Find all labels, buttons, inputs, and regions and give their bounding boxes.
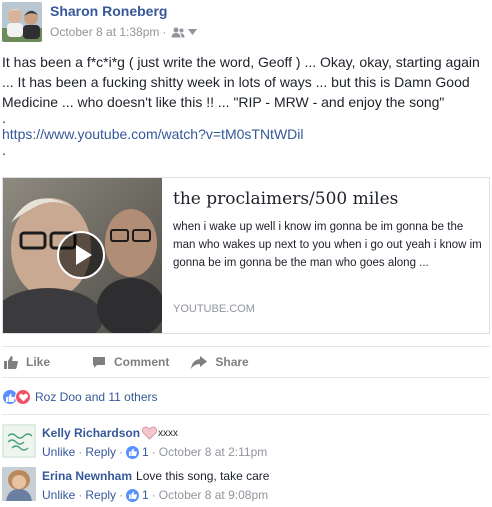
separator: · <box>119 488 124 502</box>
post-header: Sharon Roneberg October 8 at 1:38pm · <box>0 0 492 44</box>
unlike-link[interactable]: Unlike <box>42 445 75 459</box>
post-text-line: . <box>2 112 6 124</box>
play-icon[interactable] <box>57 231 105 279</box>
video-thumbnail[interactable] <box>3 178 162 333</box>
share-label: Share <box>215 355 249 369</box>
thumbs-up-icon <box>4 356 18 369</box>
comment-like-icon <box>126 488 140 502</box>
comment-icon <box>93 356 106 368</box>
link-card-description: when i wake up well i know im gonna be i… <box>173 221 482 269</box>
meta-separator: · <box>162 25 167 39</box>
separator: · <box>151 488 156 502</box>
link-card-source: YOUTUBE.COM <box>173 303 255 315</box>
share-icon <box>191 355 208 369</box>
comment-button[interactable]: Comment <box>92 355 169 369</box>
like-label: Like <box>26 355 51 369</box>
unlike-link[interactable]: Unlike <box>42 488 75 502</box>
love-reaction-icon <box>15 389 31 405</box>
separator: · <box>78 445 83 459</box>
comment-like-count[interactable]: 1 <box>142 488 149 502</box>
share-button[interactable]: Share <box>191 355 249 369</box>
reactions-summary[interactable]: Roz Doo and 11 others <box>2 386 158 408</box>
chevron-down-icon[interactable] <box>188 29 198 35</box>
comment-label: Comment <box>114 355 170 369</box>
reactions-text[interactable]: Roz Doo and 11 others <box>35 390 158 404</box>
post-action-bar: Like Comment Share <box>2 346 490 378</box>
post-text-line: ... It has been a fucking shitty week in… <box>2 74 470 90</box>
post-author[interactable]: Sharon Roneberg <box>50 3 167 19</box>
heart-emoji-icon <box>142 426 158 440</box>
commenter-avatar[interactable] <box>2 424 36 458</box>
link-card-body: the proclaimers/500 miles when i wake up… <box>173 188 485 272</box>
friends-icon <box>171 27 185 37</box>
post-text-line: It has been a f*c*i*g ( just write the w… <box>2 54 480 70</box>
comment-like-icon <box>126 445 140 459</box>
separator: · <box>151 445 156 459</box>
post-link[interactable]: https://www.youtube.com/watch?v=tM0sTNtW… <box>2 126 304 142</box>
comment-time[interactable]: October 8 at 9:08pm <box>159 488 268 502</box>
post-meta: October 8 at 1:38pm · <box>50 25 198 39</box>
comment-author[interactable]: Erina Newnham <box>42 469 132 483</box>
reply-link[interactable]: Reply <box>85 445 116 459</box>
author-avatar[interactable] <box>2 2 42 42</box>
reply-link[interactable]: Reply <box>85 488 116 502</box>
comment-time[interactable]: October 8 at 2:11pm <box>159 445 268 459</box>
comment-body: Erina Newnham Love this song, take care … <box>42 469 490 502</box>
comment-like-count[interactable]: 1 <box>142 445 149 459</box>
post-message: It has been a f*c*i*g ( just write the w… <box>2 52 490 156</box>
comment-author[interactable]: Kelly Richardson <box>42 426 140 440</box>
separator: · <box>119 445 124 459</box>
comment-text: Love this song, take care <box>136 469 270 483</box>
post-text-line: Medicine ... who doesn't like this !! ..… <box>2 94 445 110</box>
post-trailing-dot: . <box>2 144 6 156</box>
comment-text: xxxx <box>158 427 179 439</box>
separator: · <box>78 488 83 502</box>
commenter-avatar[interactable] <box>2 467 36 501</box>
like-button[interactable]: Like <box>4 355 50 369</box>
post-timestamp[interactable]: October 8 at 1:38pm <box>50 25 159 39</box>
link-card-title[interactable]: the proclaimers/500 miles <box>173 188 485 210</box>
link-preview-card[interactable]: the proclaimers/500 miles when i wake up… <box>2 177 490 334</box>
divider <box>2 414 490 415</box>
comment-body: Kelly Richardson xxxx Unlike · Reply · 1… <box>42 426 490 459</box>
